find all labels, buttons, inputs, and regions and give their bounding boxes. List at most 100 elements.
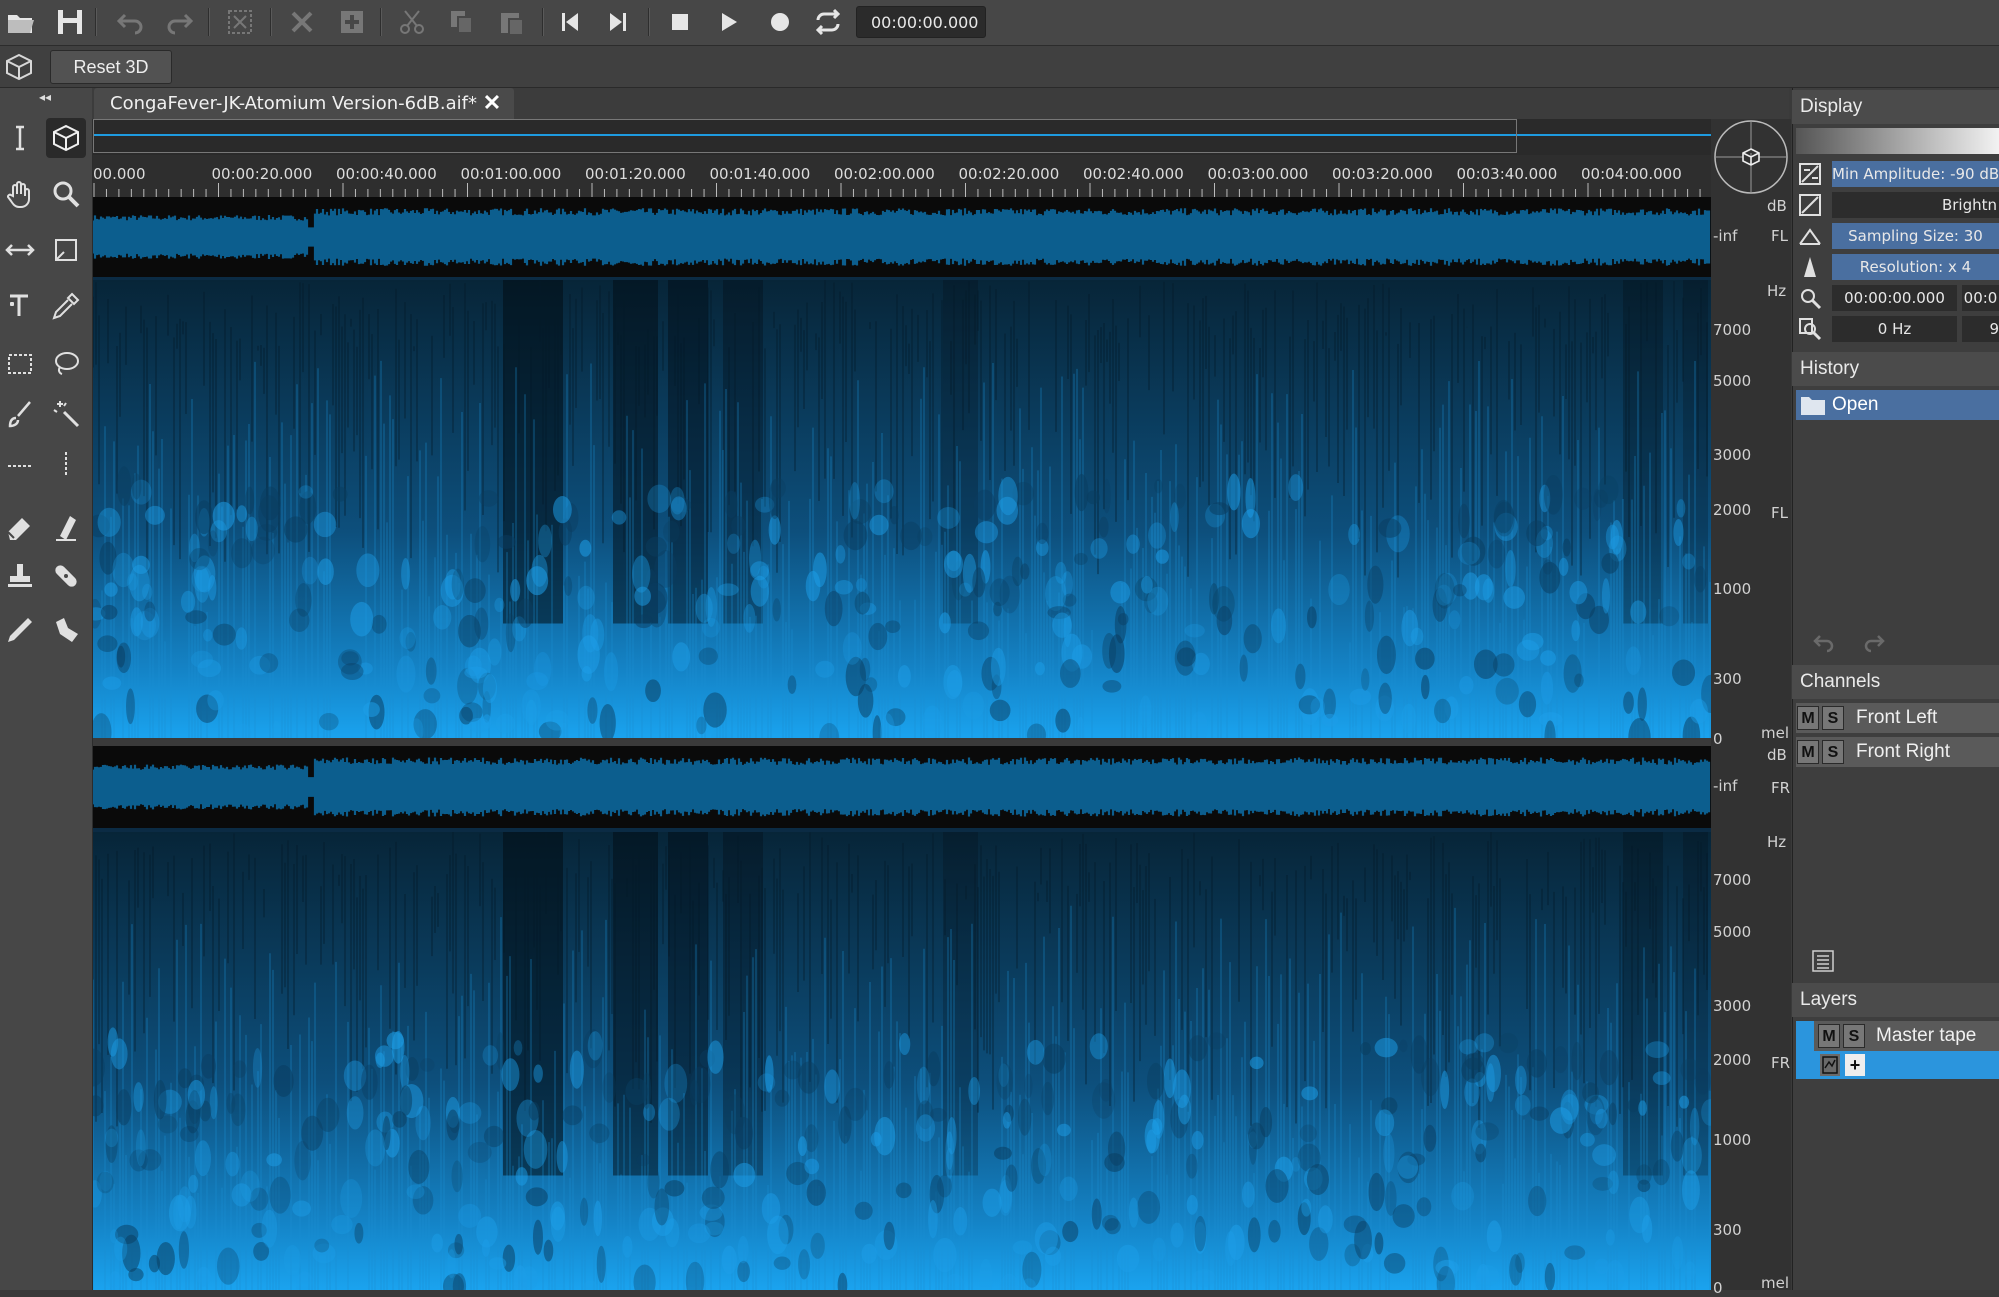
history-item[interactable]: Open bbox=[1796, 390, 1999, 420]
freq-label: 7000 bbox=[1713, 871, 1752, 889]
spectrogram-blob bbox=[1410, 627, 1424, 646]
skip-to-start-icon[interactable] bbox=[552, 4, 588, 40]
display-panel-title[interactable]: Display bbox=[1792, 90, 1999, 124]
time-stretch-tool-icon[interactable] bbox=[0, 230, 40, 270]
history-redo-icon[interactable] bbox=[1862, 630, 1886, 654]
text-cursor-tool-icon[interactable] bbox=[0, 118, 40, 158]
hand-tool-icon[interactable] bbox=[0, 174, 40, 214]
solo-button[interactable]: S bbox=[1822, 706, 1844, 730]
color-gradient-bar[interactable] bbox=[1796, 128, 1999, 154]
spectrogram-blob bbox=[1623, 691, 1634, 714]
delete-icon[interactable] bbox=[284, 4, 320, 40]
record-icon[interactable] bbox=[762, 4, 798, 40]
loop-icon[interactable] bbox=[810, 4, 846, 40]
overview-view-window[interactable] bbox=[93, 119, 1517, 153]
spectrogram-blob bbox=[178, 1231, 190, 1269]
eraser-tool-icon[interactable] bbox=[0, 508, 40, 548]
vertical-line-tool-icon[interactable] bbox=[46, 444, 86, 484]
history-panel-title[interactable]: History bbox=[1792, 352, 1999, 386]
brush-select-tool-icon[interactable] bbox=[0, 394, 40, 434]
mute-button[interactable]: M bbox=[1797, 706, 1819, 730]
mute-button[interactable]: M bbox=[1818, 1024, 1840, 1048]
save-icon[interactable] bbox=[52, 4, 88, 40]
spectrogram-blob bbox=[1102, 679, 1122, 693]
spectrogram-blob bbox=[259, 653, 279, 673]
copy-icon[interactable] bbox=[444, 4, 480, 40]
ruler-tick-label: 00:00:20.000 bbox=[212, 165, 313, 183]
spectrogram-blob bbox=[371, 614, 387, 634]
3d-view-tool-icon[interactable] bbox=[46, 118, 86, 158]
spectrogram-blob bbox=[717, 583, 739, 596]
layers-panel-title[interactable]: Layers bbox=[1792, 983, 1999, 1017]
spectrogram-front-left[interactable] bbox=[86, 280, 1720, 758]
spectrogram-blob bbox=[895, 1182, 912, 1199]
eyedropper-tool-icon[interactable] bbox=[46, 286, 86, 326]
horizontal-line-tool-icon[interactable] bbox=[0, 444, 40, 484]
spectrogram-blob bbox=[721, 1245, 737, 1275]
reset-3d-button[interactable]: Reset 3D bbox=[50, 50, 172, 84]
zoom-tool-icon[interactable] bbox=[46, 174, 86, 214]
spectrogram-blob bbox=[1288, 474, 1304, 501]
add-layer-button[interactable]: + bbox=[1845, 1054, 1865, 1076]
spectrogram-blob bbox=[269, 1176, 291, 1214]
pencil-tool-icon[interactable] bbox=[0, 610, 40, 650]
spectrogram-blob bbox=[363, 702, 380, 717]
healing-tool-icon[interactable] bbox=[46, 556, 86, 596]
ruler-tick-label: 00:02:40.000 bbox=[1083, 165, 1184, 183]
spectrogram-blob bbox=[1139, 695, 1152, 729]
magic-wand-tool-icon[interactable] bbox=[46, 394, 86, 434]
spectrogram-blob bbox=[1295, 663, 1306, 690]
resolution-field[interactable]: Resolution: x 4 bbox=[1832, 254, 1999, 280]
time-ruler[interactable]: 00.000 00:00:20.000 00:00:40.000 00:01:00.0… bbox=[93, 155, 1711, 197]
amplitude-eraser-tool-icon[interactable] bbox=[46, 508, 86, 548]
brightness-field[interactable]: Brightn bbox=[1832, 192, 1999, 218]
undo-icon[interactable] bbox=[112, 4, 148, 40]
spectrogram-blob bbox=[1104, 1218, 1121, 1235]
redo-icon[interactable] bbox=[162, 4, 198, 40]
mute-button[interactable]: M bbox=[1797, 740, 1819, 764]
spectrogram-front-right[interactable] bbox=[82, 832, 1720, 1297]
close-tab-icon[interactable]: ✕ bbox=[480, 90, 504, 116]
channel-separator[interactable] bbox=[93, 738, 1711, 746]
crop-tool-icon[interactable] bbox=[46, 230, 86, 270]
time-start-field[interactable]: 00:00:00.000 bbox=[1832, 285, 1957, 311]
text-tool-icon[interactable] bbox=[0, 286, 40, 326]
rectangle-select-tool-icon[interactable] bbox=[0, 344, 40, 384]
insert-icon[interactable] bbox=[334, 4, 370, 40]
freq-low-field[interactable]: 0 Hz bbox=[1832, 316, 1957, 342]
history-undo-icon[interactable] bbox=[1812, 630, 1836, 654]
open-folder-icon[interactable] bbox=[2, 4, 38, 40]
select-all-icon[interactable] bbox=[222, 4, 258, 40]
stamp-tool-icon[interactable] bbox=[0, 556, 40, 596]
min-amplitude-field[interactable]: Min Amplitude: -90 dB bbox=[1832, 161, 1999, 187]
paste-icon[interactable] bbox=[494, 4, 530, 40]
spectrogram-blob bbox=[1170, 502, 1179, 533]
play-icon[interactable] bbox=[710, 4, 746, 40]
spectrogram-blob bbox=[116, 645, 126, 668]
channels-panel-title[interactable]: Channels bbox=[1792, 665, 1999, 699]
spectrogram-blob bbox=[301, 1115, 324, 1151]
spectrogram-blob bbox=[843, 520, 868, 551]
lasso-tool-icon[interactable] bbox=[46, 344, 86, 384]
solo-button[interactable]: S bbox=[1822, 740, 1844, 764]
3d-navigator-icon[interactable] bbox=[1711, 119, 1791, 199]
spectrogram-blob bbox=[356, 553, 380, 588]
spectrogram-blob bbox=[1680, 1058, 1700, 1081]
solo-button[interactable]: S bbox=[1843, 1024, 1865, 1048]
waveform-front-left[interactable] bbox=[91, 197, 1711, 277]
spectrogram-blob bbox=[1041, 1081, 1055, 1116]
skip-to-end-icon[interactable] bbox=[600, 4, 636, 40]
waveform-front-right[interactable] bbox=[91, 746, 1711, 828]
cut-icon[interactable] bbox=[394, 4, 430, 40]
stop-icon[interactable] bbox=[662, 4, 698, 40]
collapse-panel-icon[interactable]: ◂◂ bbox=[30, 90, 60, 104]
channel-list-icon[interactable] bbox=[1810, 948, 1836, 974]
spectrogram-blob bbox=[102, 676, 122, 690]
time-end-field[interactable]: 00:0 bbox=[1962, 285, 1999, 311]
sampling-size-field[interactable]: Sampling Size: 30 bbox=[1832, 223, 1999, 249]
spectrogram-blob bbox=[1148, 522, 1166, 549]
harmonic-tool-icon[interactable] bbox=[46, 610, 86, 650]
freq-high-field[interactable]: 9 bbox=[1962, 316, 1999, 342]
spectrogram-blob bbox=[917, 527, 933, 547]
cube-3d-icon[interactable] bbox=[4, 52, 34, 82]
